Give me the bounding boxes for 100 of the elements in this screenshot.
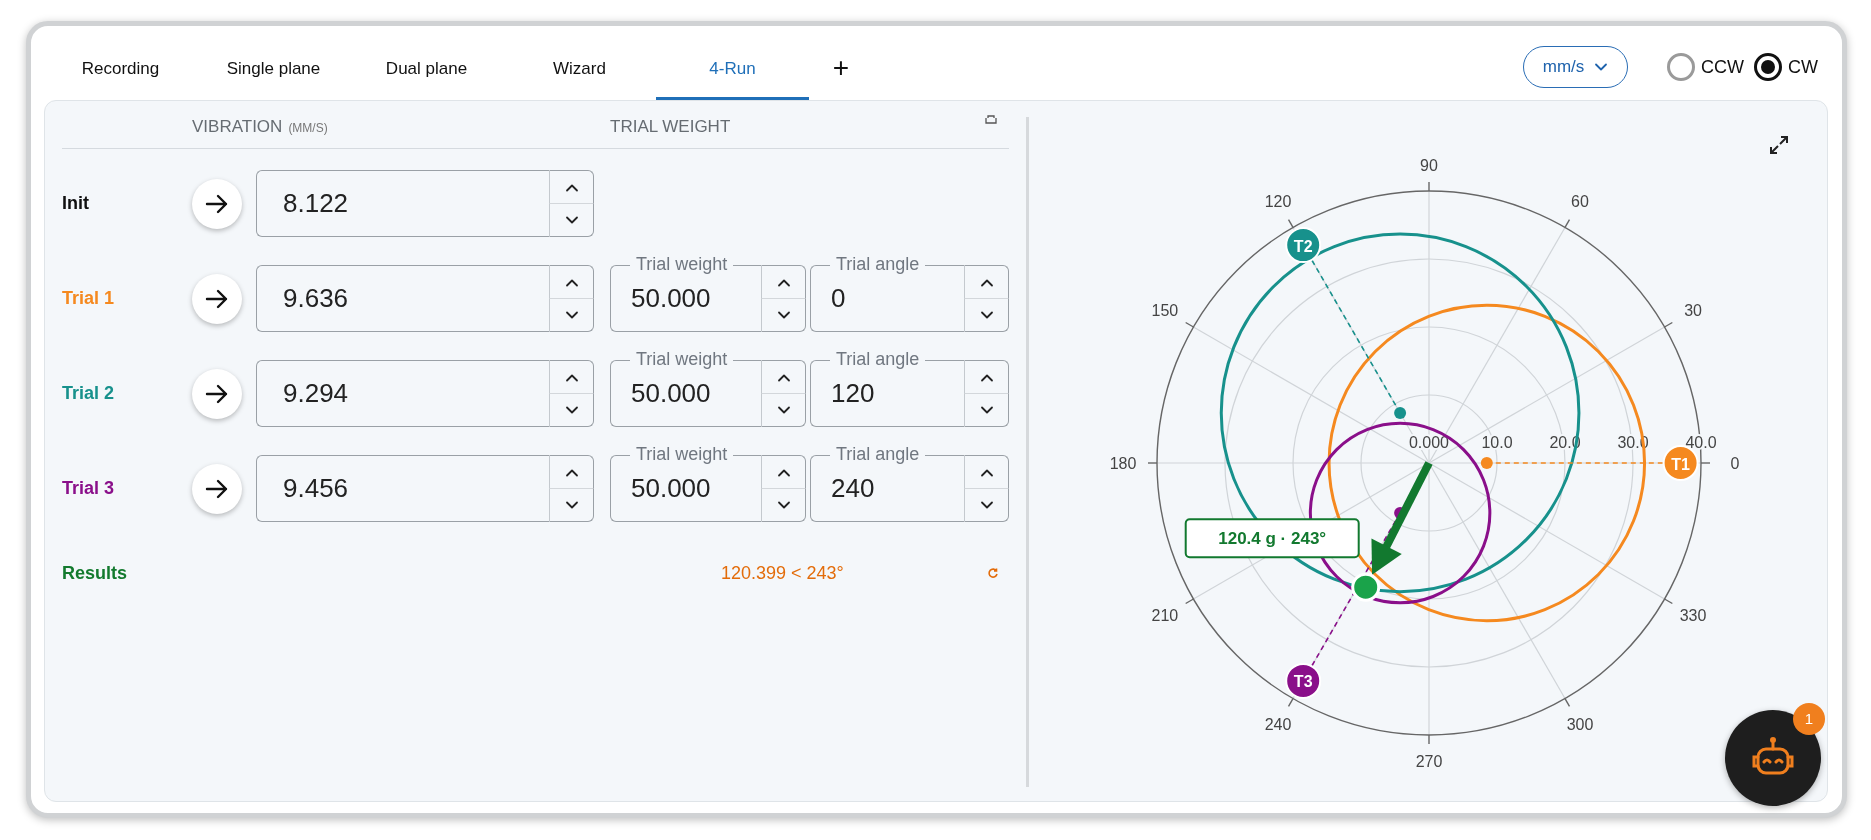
add-tab-button[interactable]: + [809,26,873,100]
results-label: Results [62,561,129,585]
increment-button[interactable] [549,455,594,489]
radio-button[interactable] [1754,53,1782,81]
axis-label: 270 [1415,752,1443,770]
chevron-up-icon [776,277,791,287]
arrow-right-icon [205,383,229,404]
decrement-button[interactable] [964,299,1009,332]
chevron-up-icon [979,372,994,382]
vibration-field[interactable]: 8.122 [256,170,549,237]
increment-button[interactable] [964,455,1009,489]
axis-label: 150 [1151,302,1179,320]
expand-icon[interactable] [1769,135,1789,155]
decrement-button[interactable] [761,489,806,522]
chevron-up-icon [979,277,994,287]
arrow-right-icon [205,288,229,309]
chevron-down-icon [979,405,994,415]
axis-label: 30 [1684,302,1702,320]
notification-badge: 1 [1793,703,1825,735]
decrement-button[interactable] [549,489,594,522]
arrow-right-icon [205,478,229,499]
result-dot [1351,572,1381,602]
row-label: Trial 1 [62,287,116,310]
radio-label: CCW [1701,55,1744,79]
axis-label: 120 [1264,192,1292,210]
chevron-down-icon [564,215,579,225]
row-label: Trial 3 [62,477,116,500]
chevron-up-icon [564,182,579,192]
chevron-down-icon [776,500,791,510]
increment-button[interactable] [761,265,806,299]
assistant-button[interactable] [1725,710,1821,806]
chevron-down-icon [564,310,579,320]
increment-button[interactable] [964,265,1009,299]
tab[interactable]: Recording [44,26,197,100]
tab[interactable]: Wizard [503,26,656,100]
arrow-right-icon [205,193,229,214]
unit-select[interactable]: mm/s [1523,46,1628,88]
chevron-up-icon [776,372,791,382]
trial-marker: T2 [1285,227,1322,264]
chevron-down-icon [979,500,994,510]
axis-label: 180 [1109,454,1137,472]
chevron-down-icon [776,310,791,320]
decrement-button[interactable] [761,394,806,427]
axis-label: 240 [1264,716,1292,734]
radio-label: CW [1788,55,1818,79]
field-label: Trial weight [630,350,734,369]
increment-button[interactable] [964,360,1009,394]
result-label: 120.4 g · 243° [1184,518,1360,559]
tick-label: 10.0 [1481,433,1513,451]
caret-icon [1594,62,1609,72]
vibration-field[interactable]: 9.636 [256,265,549,332]
decrement-button[interactable] [549,299,594,332]
tab[interactable]: Dual plane [350,26,503,100]
axis-label: 210 [1151,606,1179,624]
tab[interactable]: Single plane [197,26,350,100]
field-label: Trial angle [830,255,926,274]
tray-icon[interactable] [985,115,997,124]
chevron-down-icon [979,310,994,320]
increment-button[interactable] [761,455,806,489]
chevron-up-icon [776,467,791,477]
decrement-button[interactable] [964,489,1009,522]
field-label: Trial angle [830,445,926,464]
chevron-up-icon [564,467,579,477]
decrement-button[interactable] [549,394,594,427]
vibration-field[interactable]: 9.456 [256,455,549,522]
column-header: VIBRATION [192,116,283,136]
chevron-down-icon [564,405,579,415]
vibration-field[interactable]: 9.294 [256,360,549,427]
row-label: Init [62,192,90,215]
increment-button[interactable] [761,360,806,394]
chevron-down-icon [776,405,791,415]
axis-label: 300 [1566,716,1594,734]
results-value: 120.399 < 243° [721,561,844,585]
decrement-button[interactable] [549,204,594,237]
decrement-button[interactable] [761,299,806,332]
arrow-button[interactable] [192,368,242,419]
increment-button[interactable] [549,170,594,204]
chevron-up-icon [564,372,579,382]
field-label: Trial weight [630,445,734,464]
center-dot [1480,457,1493,469]
arrow-button[interactable] [192,463,242,514]
increment-button[interactable] [549,265,594,299]
tick-label: 0.000 [1409,433,1449,451]
arrow-button[interactable] [192,178,242,229]
radio-button[interactable] [1667,53,1695,81]
center-dot [1394,406,1407,419]
increment-button[interactable] [549,360,594,394]
axis-label: 330 [1679,606,1707,624]
chevron-down-icon [564,500,579,510]
axis-label: 90 [1420,156,1438,174]
trial-marker: T3 [1285,662,1322,699]
chevron-up-icon [564,277,579,287]
field-label: Trial weight [630,255,734,274]
field-label: Trial angle [830,350,926,369]
axis-label: 60 [1571,192,1589,210]
decrement-button[interactable] [964,394,1009,427]
chevron-up-icon [979,467,994,477]
refresh-icon[interactable] [987,567,999,579]
unit-label: (MM/S) [288,120,328,135]
arrow-button[interactable] [192,273,242,324]
